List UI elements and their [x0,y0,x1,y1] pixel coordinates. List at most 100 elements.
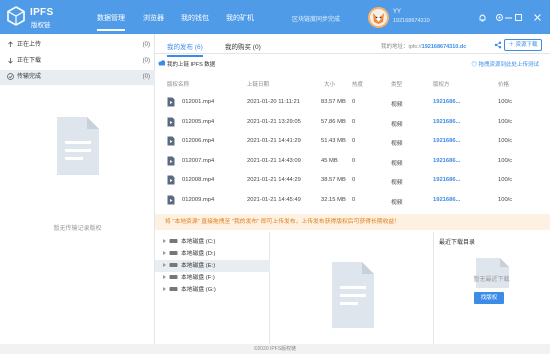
video-file-icon [167,175,175,185]
cell-date: 2021-01-21 14:45:49 [247,196,301,203]
sidebar-item-downloading[interactable]: 正在下载 (0) [0,54,155,69]
cell-heat: 0 [352,196,356,203]
col-owner[interactable]: 版权方 [433,80,450,88]
drag-upload-hint[interactable]: ◎ 拖拽资源到此处上传测试 [471,60,539,68]
tree-node-label: 本地磁盘 (E:) [181,263,216,269]
cell-price: 100/c [498,177,513,183]
cell-date: 2021-01-21 14:44:29 [247,177,301,183]
bell-icon[interactable] [478,13,487,22]
cell-type: 视频 [391,160,403,167]
cell-name: 012009.mp4 [182,196,215,203]
tree-node-label: 本地磁盘 (G:) [181,287,216,293]
table-row[interactable]: 012007.mp4 2021-01-21 14:43:09 45 MB 0 视频 192… [155,152,550,171]
table-row[interactable]: 012008.mp4 2021-01-21 14:44:29 38.57 MB 0 视频… [155,171,550,190]
cell-heat: 0 [352,177,356,183]
tab-my-purchased[interactable]: 我的购买 (0) [225,41,261,51]
nav-data-management[interactable]: 数据管理 [97,13,125,31]
empty-folder-icon [476,258,509,288]
find-copyright-button[interactable]: 找版权 [474,292,504,304]
cell-name: 012006.mp4 [182,138,215,144]
tree-node-e[interactable]: 本地磁盘 (E:) [155,260,270,272]
avatar[interactable] [368,7,389,28]
tree-node-g[interactable]: 本地磁盘 (G:) [155,284,270,296]
cube-logo-icon [7,6,25,26]
tab-bar: 我的发布 (6) 我的购买 (0) 我的地址：ipfs://1921686743… [155,34,550,57]
cell-date: 2021-01-21 14:41:29 [247,138,301,144]
cell-date: 2021-01-21 14:43:09 [247,157,301,164]
sidebar-item-label: 正在下载 [17,58,42,64]
disk-icon [169,251,178,256]
cell-name: 012001.mp4 [182,99,215,105]
tree-node-label: 本地磁盘 (D:) [181,251,216,257]
col-type[interactable]: 类型 [391,80,402,88]
nav-browser[interactable]: 浏览器 [143,13,164,23]
cell-heat: 0 [352,157,356,164]
share-icon[interactable] [494,41,502,49]
cell-type: 视频 [391,180,403,186]
nav-miner[interactable]: 我的矿机 [226,13,254,23]
tree-node-d[interactable]: 本地磁盘 (D:) [155,248,270,260]
maximize-icon[interactable] [514,13,523,22]
cell-type: 视频 [391,102,403,108]
address-value[interactable]: 192168674310.dc [422,44,467,50]
video-file-icon [167,156,175,165]
recent-title: 最近下载目录 [439,240,476,246]
app-subtitle: 版权链 [31,22,51,29]
upload-icon [8,41,13,47]
cell-name: 012007.mp4 [182,157,215,164]
tree-node-label: 本地磁盘 (C:) [181,239,216,245]
sidebar-item-completed[interactable]: 传输完成 (0) [0,70,155,85]
cell-owner[interactable]: 1921686... [433,177,460,183]
table-row[interactable]: 012006.mp4 2021-01-21 14:41:29 51.43 MB 0 视频… [155,132,550,151]
upload-notice: 将 "本地资源" 直接拖拽至 "我的发布" 即可上传发布，上传发布获得版权后可获… [155,214,550,230]
cell-heat: 0 [352,138,356,144]
cell-price: 100/c [498,196,513,203]
cell-heat: 0 [352,118,356,125]
cell-type: 视频 [391,199,403,206]
cell-owner[interactable]: 1921686... [433,119,460,125]
col-price[interactable]: 价格 [498,80,509,88]
empty-document-illustration [57,117,99,175]
cell-date: 2021-01-20 11:11:21 [247,99,300,105]
cell-owner[interactable]: 1921686... [433,138,460,144]
cell-owner[interactable]: 1921686... [433,197,460,203]
cell-size: 45 MB [321,157,338,164]
cell-size: 57.86 MB [321,118,346,125]
table-header: 版权名称 上链日期 大小 热度 类型 版权方 价格 [155,77,550,91]
cell-name: 012008.mp4 [182,177,215,183]
cloud-icon [158,60,166,66]
my-address: 我的地址：ipfs://192168674310.dc [381,42,466,50]
sidebar-empty-text: 暂无传输记录版权 [53,226,102,232]
cell-size: 38.57 MB [321,177,346,183]
sidebar-item-uploading[interactable]: 正在上传 (0) [0,38,155,53]
check-circle-icon [7,73,14,80]
cell-size: 51.43 MB [321,138,346,144]
col-heat[interactable]: 热度 [352,80,363,88]
minimize-icon[interactable] [504,13,513,22]
close-icon[interactable] [533,13,542,22]
col-size[interactable]: 大小 [324,80,335,88]
cell-owner[interactable]: 1921686... [433,99,460,105]
col-date[interactable]: 上链日期 [247,80,269,88]
sidebar-item-label: 传输完成 [17,74,42,80]
disk-icon [169,275,178,280]
table-row[interactable]: 012005.mp4 2021-01-21 13:29:05 57.86 MB 0 视频… [155,113,550,132]
sync-status: 区块链度同步完成 [292,17,341,23]
tree-node-label: 本地磁盘 (F:) [181,275,215,281]
tree-node-c[interactable]: 本地磁盘 (C:) [155,236,270,248]
table-row[interactable]: 012001.mp4 2021-01-20 11:11:21 83.57 MB 0 视频… [155,93,550,112]
tree-node-f[interactable]: 本地磁盘 (F:) [155,272,270,284]
cell-owner[interactable]: 1921686... [433,158,460,164]
cell-type: 视频 [391,141,403,147]
download-icon [8,57,13,64]
resource-download-button[interactable]: ＋ 资源下载 [504,39,542,51]
cell-date: 2021-01-21 13:29:05 [247,118,301,125]
expand-arrow-icon [163,287,166,292]
table-row[interactable]: 012009.mp4 2021-01-21 14:45:49 32.15 MB 0 视频… [155,191,550,210]
settings-icon[interactable] [495,13,504,22]
sidebar-item-label: 正在上传 [17,42,42,48]
user-name: YY [393,9,402,15]
nav-wallet[interactable]: 我的钱包 [181,13,209,23]
cell-price: 100/c [498,138,513,144]
col-name[interactable]: 版权名称 [167,80,189,88]
